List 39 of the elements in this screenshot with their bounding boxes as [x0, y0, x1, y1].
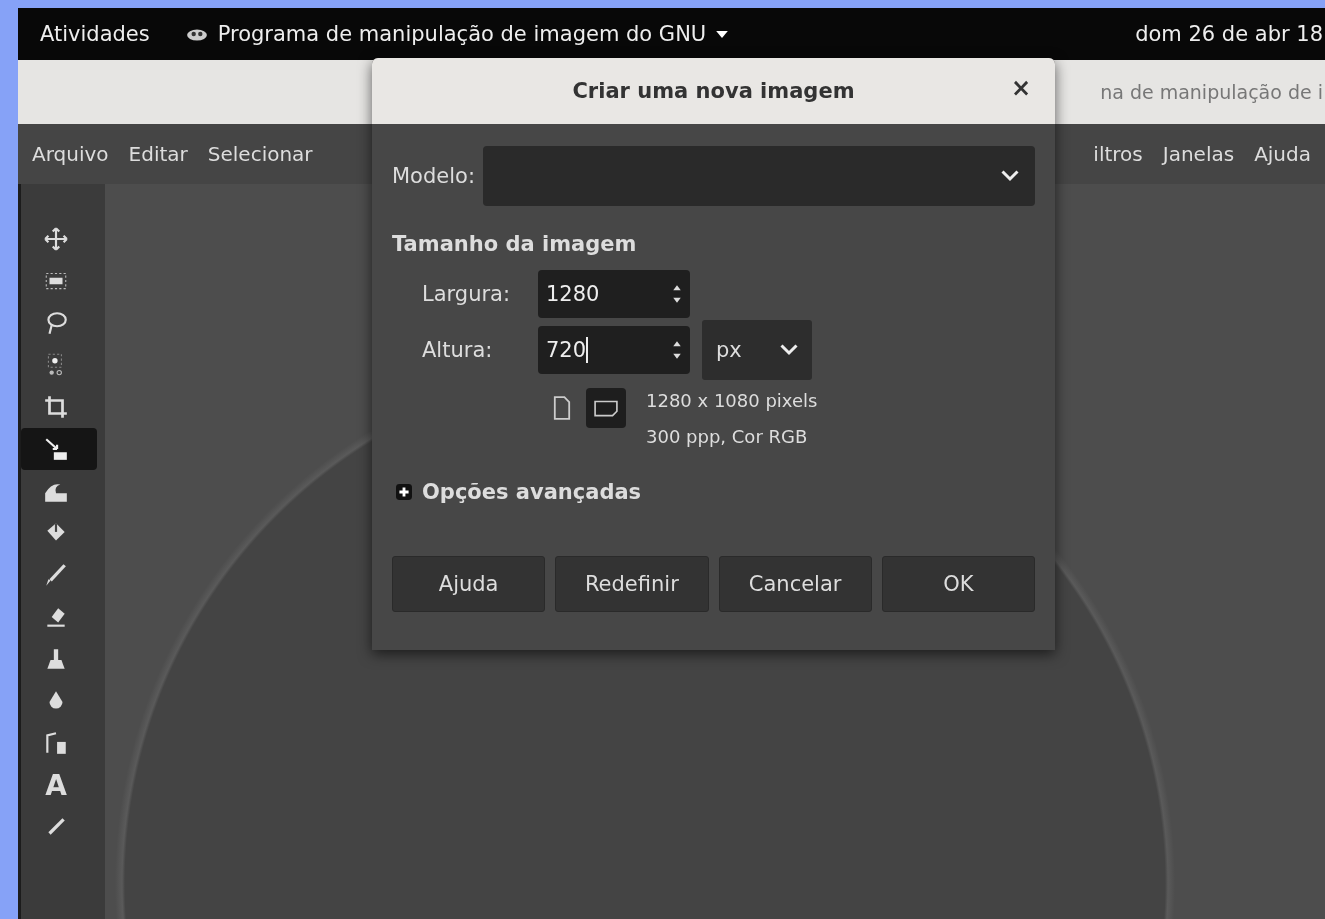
app-menu[interactable]: Programa de manipulação de imagem do GNU — [217, 22, 707, 46]
text-tool-label: A — [45, 768, 67, 802]
expander-icon — [396, 484, 412, 500]
dropdown-icon — [716, 30, 729, 38]
chevron-down-icon — [1001, 170, 1019, 182]
image-info-text: 1280 x 1080 pixels — [646, 389, 818, 413]
brush-icon — [43, 562, 69, 588]
advanced-options-expander[interactable]: Opções avançadas — [396, 480, 1035, 504]
menu-item[interactable]: Arquivo — [32, 142, 109, 166]
tool-button[interactable] — [21, 428, 97, 470]
image-info-text: 300 ppp, Cor RGB — [646, 425, 809, 449]
tool-button[interactable]: A — [21, 764, 97, 806]
orientation-button[interactable] — [586, 388, 626, 428]
height-label: Altura: — [422, 338, 494, 362]
dialog-button[interactable]: OK — [881, 556, 1035, 612]
chevron-down-icon — [780, 344, 798, 356]
dialog-title: Criar uma nova imagem — [572, 79, 855, 103]
crop-icon — [43, 394, 69, 420]
warp-transform-icon — [43, 436, 69, 462]
template-label: Modelo: — [392, 164, 475, 188]
unit-dropdown[interactable]: px — [702, 320, 812, 380]
width-field[interactable]: 1280 — [538, 270, 690, 318]
dialog-button[interactable]: Cancelar — [718, 556, 872, 612]
menu-item[interactable]: iltros — [1093, 142, 1143, 166]
paths-icon — [43, 730, 69, 756]
move-icon — [43, 226, 69, 252]
menu-item[interactable]: Selecionar — [207, 142, 313, 166]
activities-button[interactable]: Atividades — [40, 22, 150, 46]
width-label: Largura: — [422, 282, 512, 306]
dialog-button[interactable]: Ajuda — [392, 556, 546, 612]
menu-item[interactable]: Editar — [128, 142, 188, 166]
close-button[interactable]: × — [1006, 74, 1035, 102]
menu-item[interactable]: Janelas — [1162, 142, 1235, 166]
dialog-button[interactable]: Redefinir — [555, 556, 709, 612]
section-heading: Tamanho da imagem — [392, 232, 638, 256]
window-title: na de manipulação de i — [1100, 81, 1323, 103]
clock[interactable]: dom 26 de abr 18 — [1135, 22, 1323, 46]
height-field[interactable]: 720 — [538, 326, 690, 374]
menu-item[interactable]: Ajuda — [1254, 142, 1311, 166]
